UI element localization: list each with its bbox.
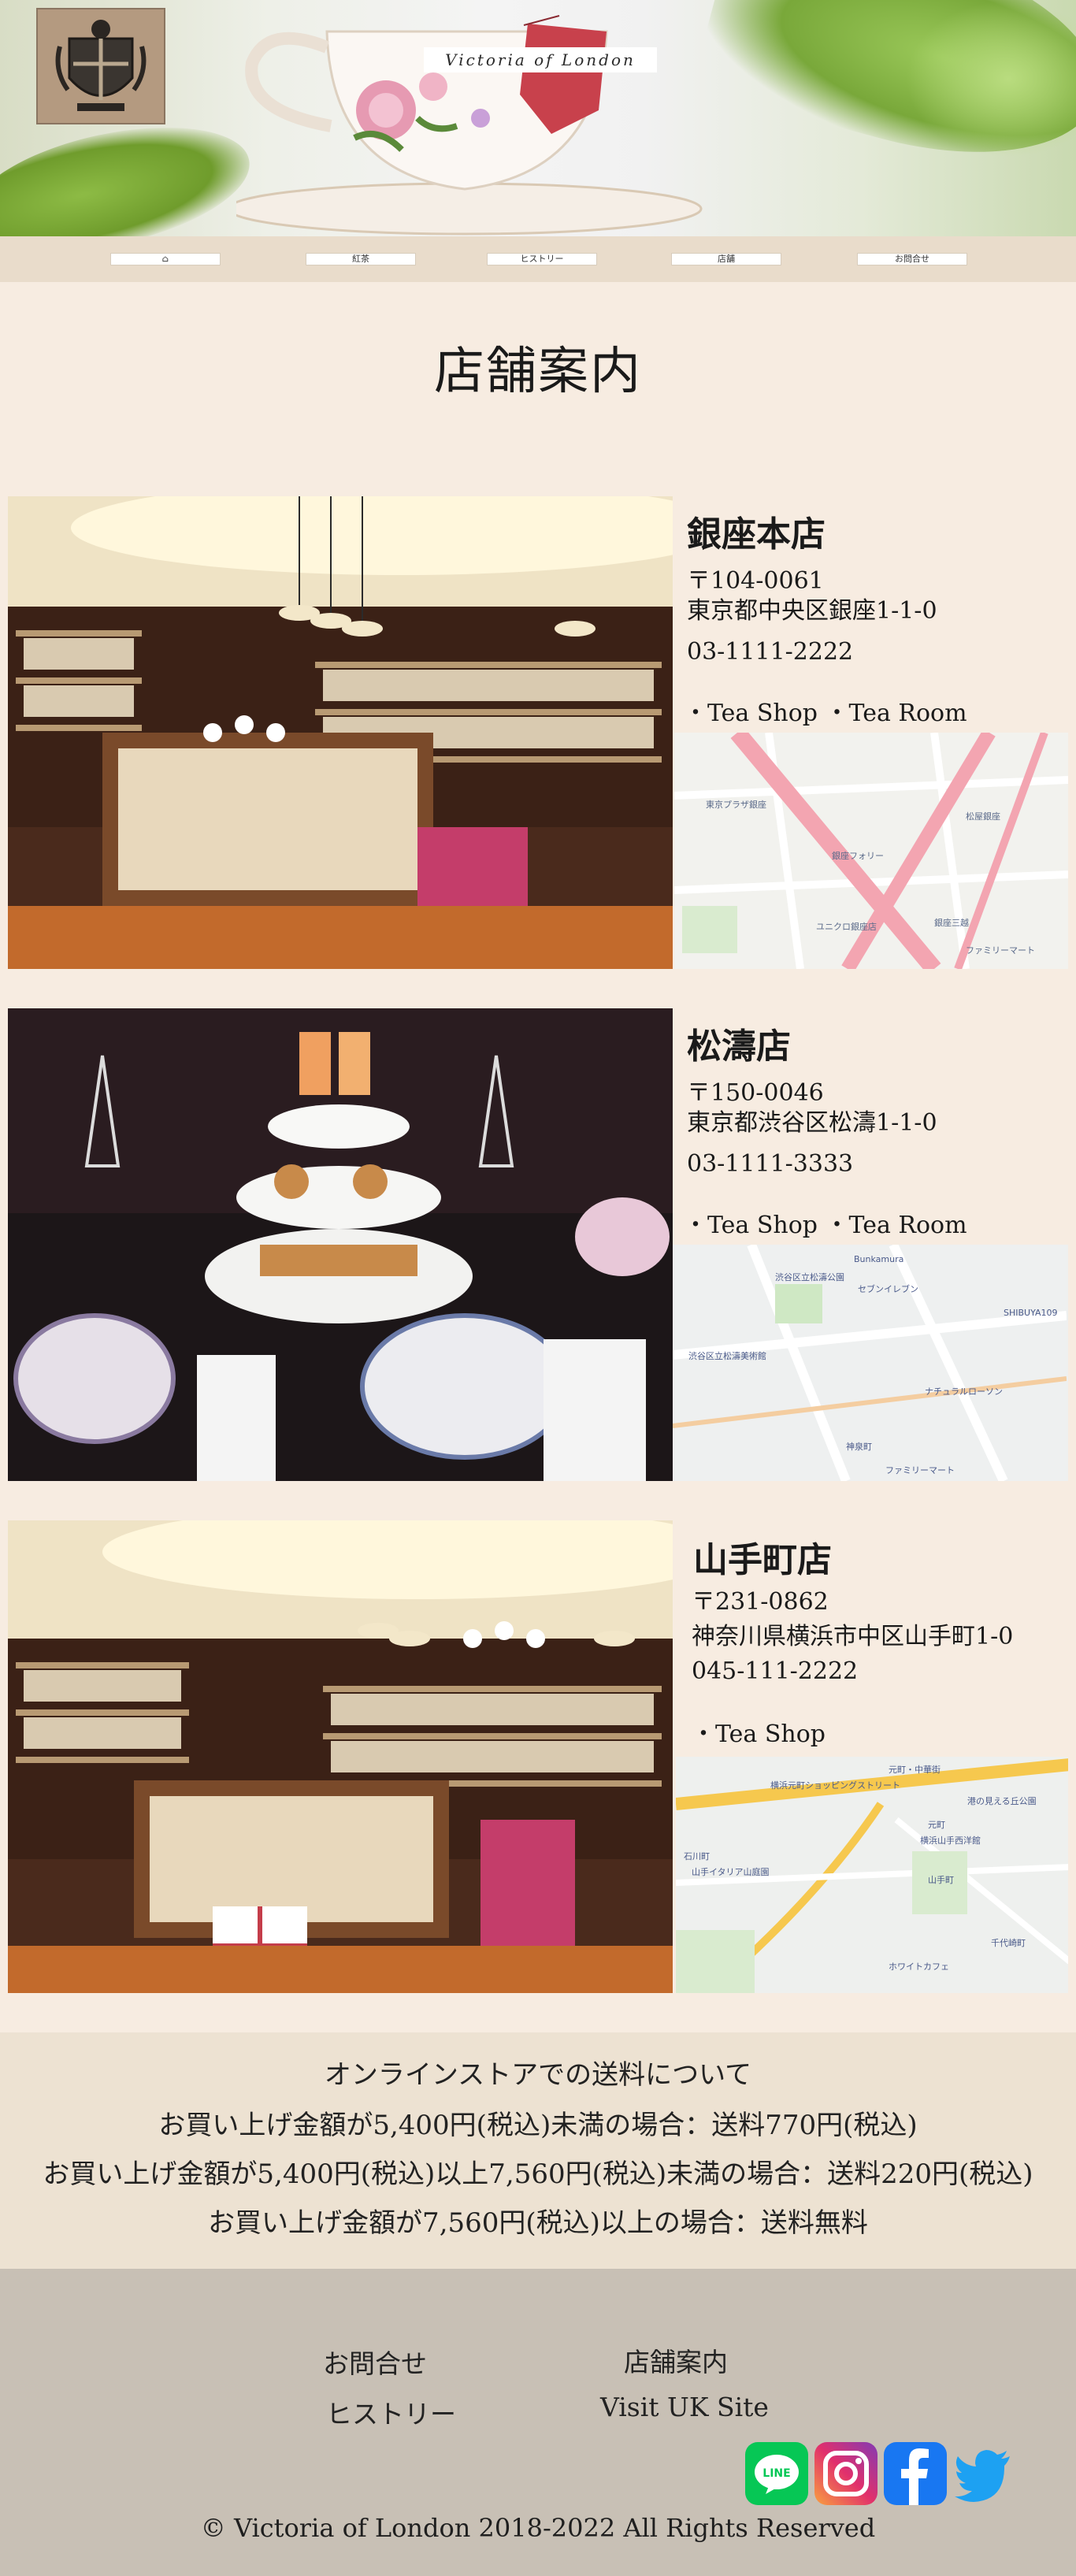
- map-label: 渋谷区立松濤公園: [775, 1271, 844, 1282]
- home-icon: ⌂: [161, 254, 169, 264]
- line-icon-label: LINE: [762, 2467, 790, 2480]
- instagram-icon[interactable]: [814, 2442, 877, 2505]
- store-name: 山手町店: [693, 1540, 832, 1580]
- store-phone[interactable]: 045-111-2222: [692, 1657, 858, 1685]
- shop-interior-image: [8, 1520, 673, 1993]
- store-zip: 〒231-0862: [692, 1588, 829, 1616]
- map-label: 千代崎町: [991, 1937, 1026, 1948]
- map-label: ユニクロ銀座店: [816, 921, 877, 932]
- footer-link-history[interactable]: ヒストリー: [326, 2393, 456, 2431]
- main-nav: ⌂ 紅茶 ヒストリー 店舗 お問合せ: [0, 236, 1076, 282]
- store-photo: [8, 1008, 673, 1481]
- shipping-line: お買い上げ金額が7,560円(税込)以上の場合：送料無料: [208, 2207, 868, 2239]
- footer-link-stores[interactable]: 店舗案内: [624, 2341, 728, 2379]
- crest-logo[interactable]: [36, 8, 165, 124]
- store-name: 松濤店: [687, 1026, 791, 1067]
- shipping-line: お買い上げ金額が5,400円(税込)未満の場合：送料770円(税込): [158, 2110, 918, 2141]
- store-map[interactable]: 東京プラザ銀座 銀座三越 松屋銀座 銀座フォリー ユニクロ銀座店 ファミリーマー…: [674, 733, 1068, 969]
- map-label: ファミリーマート: [885, 1465, 955, 1475]
- nav-history[interactable]: ヒストリー: [487, 253, 597, 265]
- store-tags: ・Tea Shop: [692, 1720, 826, 1748]
- footer-link-uk-site[interactable]: Visit UK Site: [600, 2392, 769, 2422]
- map-label: ファミリーマート: [966, 945, 1035, 956]
- site-header: Victoria of London: [0, 0, 1076, 236]
- map-label: 銀座三越: [934, 917, 969, 928]
- afternoon-tea-image: [8, 1008, 673, 1481]
- leaf-decoration: [0, 106, 261, 236]
- nav-tea-label: 紅茶: [352, 254, 369, 264]
- nav-tea[interactable]: 紅茶: [306, 253, 416, 265]
- store-map[interactable]: Bunkamura セブンイレブン 渋谷区立松濤公園 渋谷区立松濤美術館 SHI…: [673, 1245, 1068, 1481]
- nav-contact[interactable]: お問合せ: [857, 253, 967, 265]
- map-label: 東京プラザ銀座: [706, 799, 766, 810]
- shop-interior-image: [8, 496, 673, 969]
- shipping-info: オンラインストアでの送料について お買い上げ金額が5,400円(税込)未満の場合…: [0, 2032, 1076, 2269]
- map-label: 神泉町: [846, 1441, 872, 1452]
- map-label: 港の見える丘公園: [967, 1796, 1037, 1806]
- store-name: 銀座本店: [687, 514, 826, 555]
- site-title[interactable]: Victoria of London: [424, 47, 657, 72]
- map-image: Bunkamura セブンイレブン 渋谷区立松濤公園 渋谷区立松濤美術館 SHI…: [673, 1245, 1067, 1481]
- crest-icon: [55, 20, 147, 111]
- map-label: 銀座フォリー: [832, 850, 884, 861]
- store-address: 神奈川県横浜市中区山手町1-0: [692, 1623, 1014, 1650]
- nav-home[interactable]: ⌂: [110, 253, 221, 265]
- store-photo: [8, 496, 673, 969]
- nav-history-label: ヒストリー: [520, 254, 564, 264]
- store-map[interactable]: 元町・中華街 横浜元町ショッピングストリート 港の見える丘公園 横浜山手西洋館 …: [676, 1757, 1068, 1993]
- store-address: 東京都中央区銀座1-1-0: [687, 597, 937, 625]
- line-icon[interactable]: LINE: [745, 2442, 808, 2505]
- store-tags: ・Tea Shop ・Tea Room: [684, 1212, 967, 1239]
- map-label: 横浜元町ショッピングストリート: [770, 1780, 900, 1791]
- map-label: 山手町: [928, 1874, 954, 1885]
- store-tags: ・Tea Shop ・Tea Room: [684, 700, 967, 727]
- map-image: 東京プラザ銀座 銀座三越 松屋銀座 銀座フォリー ユニクロ銀座店 ファミリーマー…: [674, 733, 1068, 969]
- map-label: 渋谷区立松濤美術館: [688, 1350, 766, 1361]
- teacup-image: [236, 15, 703, 236]
- store-card-yamate: 山手町店 〒231-0862 神奈川県横浜市中区山手町1-0 045-111-2…: [8, 1520, 1068, 1993]
- facebook-icon[interactable]: [884, 2442, 947, 2505]
- map-label: SHIBUYA109: [1004, 1308, 1057, 1318]
- map-label: セブンイレブン: [858, 1283, 918, 1294]
- store-card-ginza: 銀座本店 〒104-0061 東京都中央区銀座1-1-0 03-1111-222…: [8, 496, 1068, 969]
- nav-stores-label: 店舗: [718, 254, 735, 264]
- map-label: ホワイトカフェ: [889, 1962, 949, 1972]
- site-footer: お問合せ 店舗案内 ヒストリー Visit UK Site LINE © Vic…: [0, 2269, 1076, 2576]
- store-phone[interactable]: 03-1111-2222: [687, 638, 853, 666]
- map-label: 松屋銀座: [966, 811, 1000, 822]
- twitter-icon[interactable]: [952, 2442, 1015, 2505]
- map-label: Bunkamura: [854, 1254, 903, 1264]
- page-title: 店舗案内: [434, 343, 642, 401]
- store-card-shoto: 松濤店 〒150-0046 東京都渋谷区松濤1-1-0 03-1111-3333…: [8, 1008, 1068, 1481]
- map-image: 元町・中華街 横浜元町ショッピングストリート 港の見える丘公園 横浜山手西洋館 …: [676, 1757, 1068, 1993]
- map-label: 山手イタリア山庭園: [692, 1866, 770, 1877]
- map-label: 元町・中華街: [889, 1764, 941, 1775]
- store-address: 東京都渋谷区松濤1-1-0: [687, 1109, 937, 1137]
- shipping-line: お買い上げ金額が5,400円(税込)以上7,560円(税込)未満の場合：送料22…: [43, 2158, 1033, 2190]
- footer-link-contact[interactable]: お問合せ: [323, 2343, 427, 2381]
- store-phone[interactable]: 03-1111-3333: [687, 1150, 853, 1178]
- nav-stores[interactable]: 店舗: [671, 253, 781, 265]
- map-label: ナチュラルローソン: [925, 1386, 1003, 1397]
- nav-contact-label: お問合せ: [895, 254, 929, 264]
- map-label: 石川町: [684, 1851, 710, 1861]
- store-photo: [8, 1520, 673, 1993]
- map-label: 横浜山手西洋館: [920, 1835, 981, 1846]
- copyright: © Victoria of London 2018-2022 All Right…: [200, 2513, 876, 2543]
- shipping-title: オンラインストアでの送料について: [324, 2059, 752, 2091]
- map-label: 元町: [928, 1820, 945, 1830]
